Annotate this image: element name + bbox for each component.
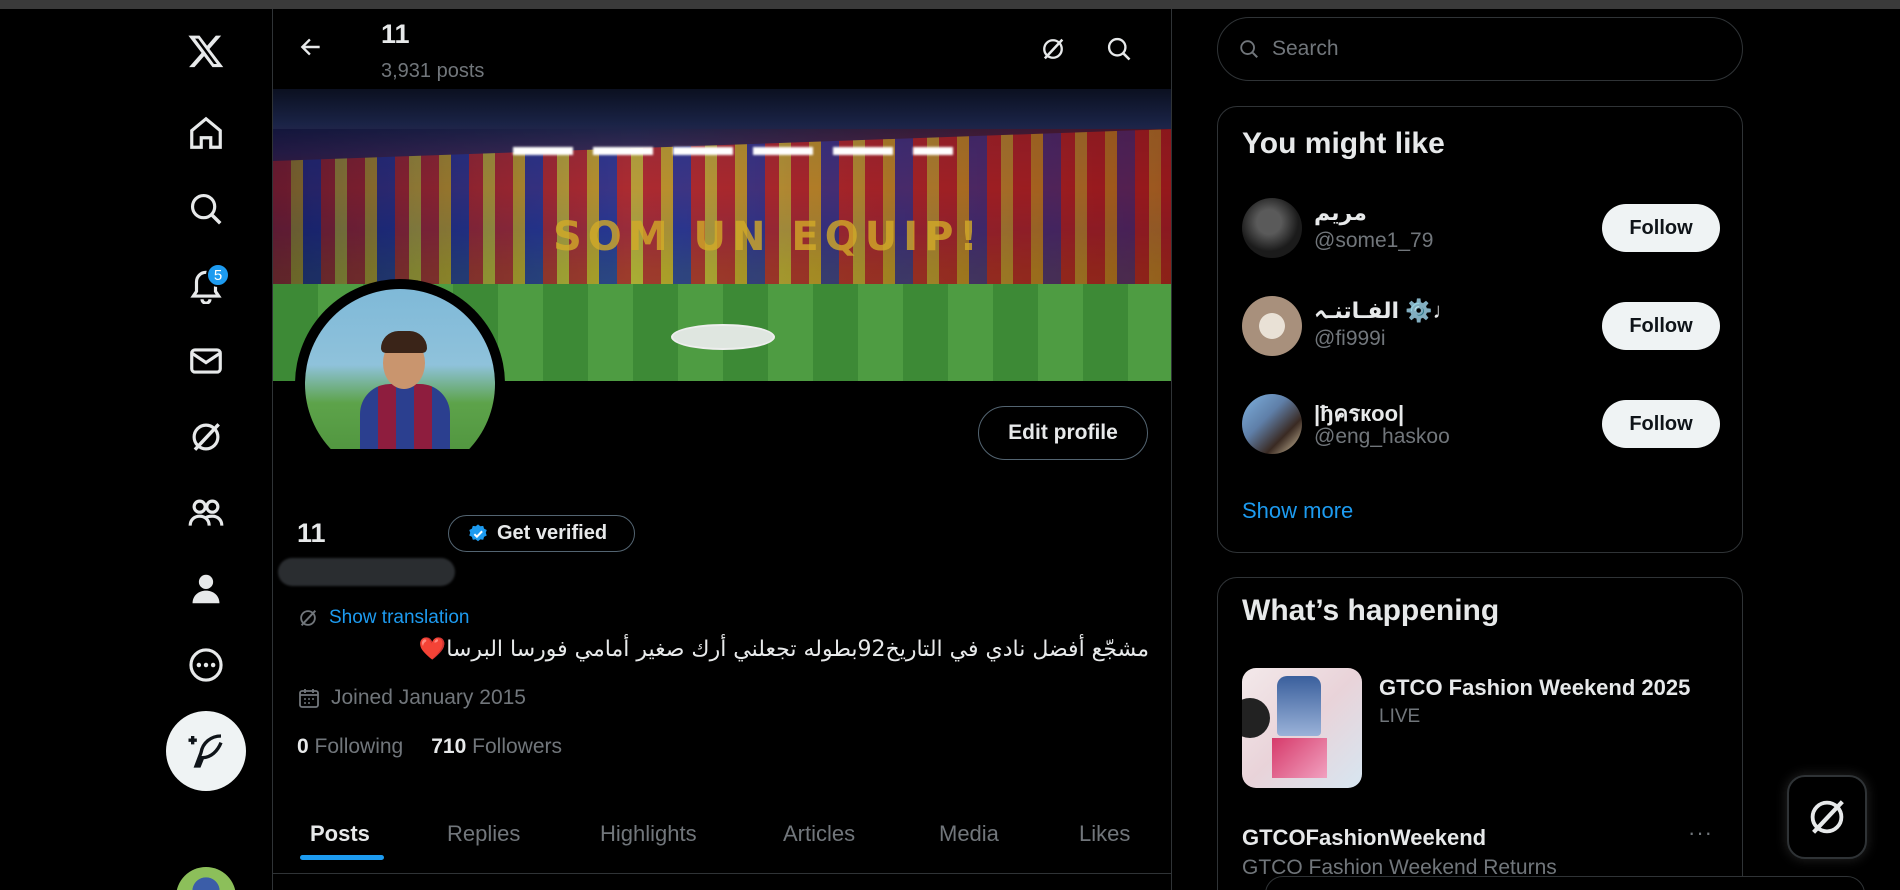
tab-replies[interactable]: Replies [447, 794, 520, 874]
following-label: Following [314, 735, 404, 758]
tab-articles[interactable]: Articles [783, 794, 855, 874]
edit-profile-button[interactable]: Edit profile [978, 406, 1148, 460]
following-link[interactable]: 0 Following [297, 735, 403, 759]
more-circle-icon [189, 648, 223, 682]
envelope-icon [190, 348, 222, 374]
tab-highlights[interactable]: Highlights [600, 794, 697, 874]
nav-more[interactable] [166, 635, 246, 695]
account-avatar[interactable] [176, 867, 236, 890]
trending-title: What’s happening [1242, 594, 1500, 627]
grok-icon [1810, 800, 1844, 834]
nav-communities[interactable] [166, 483, 246, 543]
messages-drawer[interactable] [1265, 876, 1865, 890]
joined-label: Joined January 2015 [331, 686, 526, 709]
right-sidebar: You might like مريم @some1_79 Follow الف… [1217, 9, 1743, 890]
calendar-icon [299, 689, 319, 708]
trend-thumbnail[interactable] [1242, 668, 1362, 788]
redacted-handle [278, 558, 455, 586]
trend-title[interactable]: GTCOFashionWeekend [1242, 825, 1486, 851]
profile-display-name: 11 [297, 518, 326, 548]
x-logo-icon[interactable] [166, 21, 246, 81]
compose-post-button[interactable] [166, 711, 246, 791]
trending-panel: What’s happening GTCO Fashion Weekend 20… [1217, 577, 1743, 890]
profile-icon [192, 574, 220, 604]
banner-slogan: SOM UN EQUIP! [553, 214, 984, 260]
suggested-user-avatar[interactable] [1242, 296, 1302, 356]
suggested-user[interactable]: الفـاتنـہ ⚙️♩ @fi999i Follow [1242, 290, 1720, 360]
banner-lights [513, 147, 953, 155]
search-input[interactable] [1272, 37, 1672, 61]
follow-button[interactable]: Follow [1602, 400, 1720, 448]
grok-floating-button[interactable] [1787, 775, 1867, 859]
get-verified-button[interactable]: Get verified [448, 515, 635, 552]
search-box[interactable] [1217, 17, 1743, 81]
suggested-user-handle: @some1_79 [1314, 229, 1434, 252]
joined-date: Joined January 2015 [297, 686, 526, 710]
verified-badge-icon [469, 523, 487, 541]
profile-header: 11 3,931 posts [273, 9, 1171, 89]
trend-live-label: LIVE [1379, 706, 1421, 727]
grok-icon [192, 423, 220, 451]
show-translation-link[interactable]: Show translation [297, 607, 469, 629]
show-more-link[interactable]: Show more [1242, 498, 1353, 524]
who-to-follow-panel: You might like مريم @some1_79 Follow الف… [1217, 106, 1743, 553]
home-icon [190, 116, 222, 149]
followers-link[interactable]: 710 Followers [431, 735, 562, 759]
profile-tabs: Posts Replies Highlights Articles Media … [273, 794, 1171, 874]
trend-title[interactable]: GTCO Fashion Weekend 2025 [1379, 675, 1690, 701]
tab-posts[interactable]: Posts [310, 794, 370, 874]
grok-icon [1043, 38, 1064, 60]
arrow-left-icon [300, 38, 320, 56]
left-navigation: 5 [0, 9, 272, 890]
suggested-user-handle: @eng_haskoo [1314, 425, 1450, 448]
search-icon [1107, 37, 1131, 61]
feather-plus-icon [188, 734, 223, 768]
suggested-user[interactable]: |ђครкoo| @eng_haskoo Follow [1242, 388, 1720, 458]
suggested-user-name: الفـاتنـہ ⚙️♩ [1314, 298, 1455, 323]
header-posts-count: 3,931 posts [381, 60, 485, 82]
active-tab-indicator [300, 855, 384, 860]
trend-more-button[interactable]: ··· [1688, 820, 1713, 846]
nav-notifications[interactable]: 5 [166, 255, 246, 315]
tab-media[interactable]: Media [939, 794, 999, 874]
suggested-user-avatar[interactable] [1242, 198, 1302, 258]
show-translation-label: Show translation [329, 607, 470, 628]
suggested-user-name: مريم [1314, 200, 1367, 225]
nav-grok[interactable] [166, 407, 246, 467]
profile-bio: مشجّع أفضل نادي في التاريخ92بطوله تجعلني… [418, 637, 1149, 662]
header-name: 11 [381, 19, 410, 49]
nav-home[interactable] [166, 103, 246, 163]
notification-badge: 5 [206, 263, 230, 287]
search-icon [190, 193, 222, 225]
search-profile-button[interactable] [1097, 27, 1141, 71]
suggested-user-avatar[interactable] [1242, 394, 1302, 454]
who-to-follow-title: You might like [1242, 127, 1445, 160]
profile-column: 11 3,931 posts SOM UN EQUIP! Edit profil… [272, 9, 1172, 890]
tab-likes[interactable]: Likes [1079, 794, 1130, 874]
follow-stats: 0 Following 710 Followers [297, 735, 562, 759]
get-verified-label: Get verified [497, 522, 608, 544]
follow-button[interactable]: Follow [1602, 302, 1720, 350]
nav-messages[interactable] [166, 331, 246, 391]
followers-count: 710 [431, 735, 467, 758]
back-button[interactable] [289, 25, 333, 69]
x-logo-icon [188, 35, 224, 68]
follow-button[interactable]: Follow [1602, 204, 1720, 252]
browser-top-strip [0, 0, 1900, 9]
grok-button[interactable] [1031, 27, 1075, 71]
nav-explore[interactable] [166, 179, 246, 239]
search-icon [1240, 40, 1258, 58]
following-count: 0 [297, 735, 309, 758]
suggested-user[interactable]: مريم @some1_79 Follow [1242, 192, 1720, 262]
suggested-user-handle: @fi999i [1314, 327, 1386, 350]
followers-label: Followers [472, 735, 562, 758]
grok-icon [300, 609, 317, 627]
nav-profile[interactable] [166, 559, 246, 619]
communities-icon [188, 499, 224, 526]
